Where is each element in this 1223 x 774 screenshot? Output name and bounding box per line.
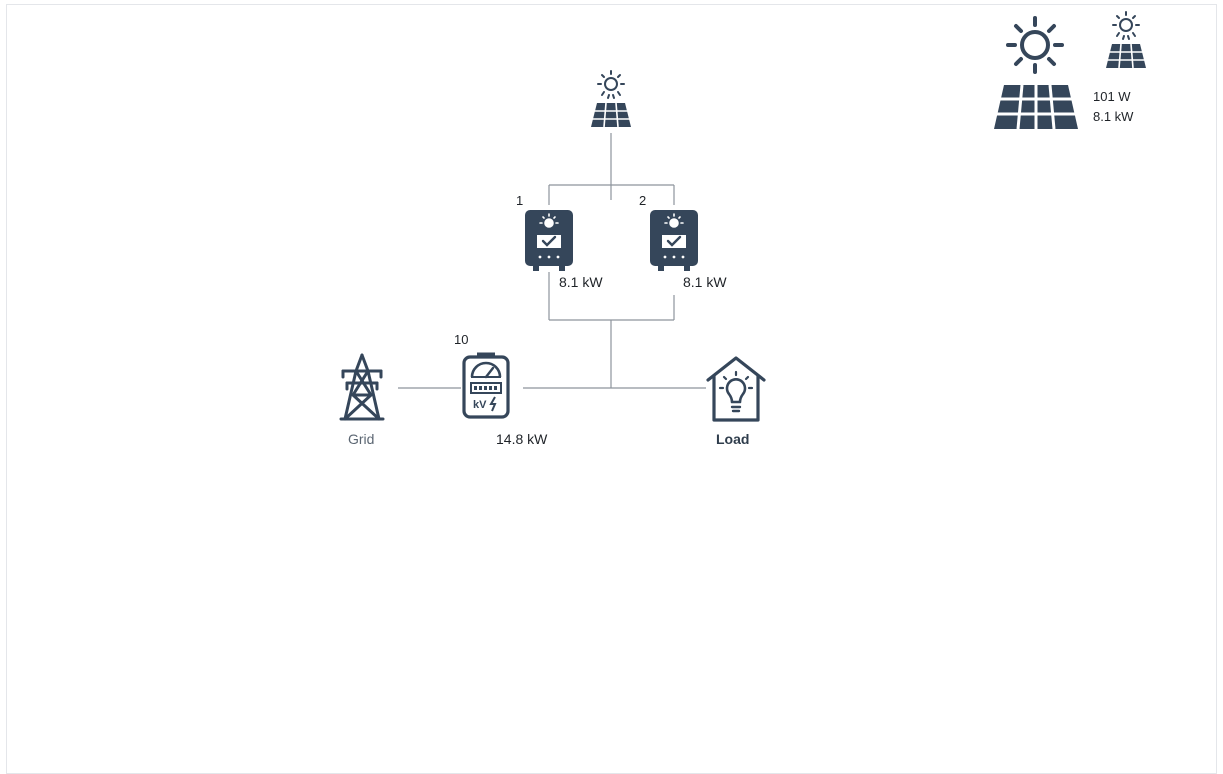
- meter-power: 14.8 kW: [496, 431, 548, 447]
- inverter-2-icon[interactable]: [649, 209, 699, 273]
- sun-large-icon: [1000, 12, 1070, 82]
- inverter-2-number: 2: [639, 193, 647, 208]
- inverter-1-icon[interactable]: [524, 209, 574, 273]
- solar-panel-small-icon: [1102, 9, 1150, 71]
- grid-label: Grid: [348, 431, 375, 447]
- solar-array-icon[interactable]: [587, 68, 635, 130]
- solar-panel-large-icon: [990, 83, 1082, 133]
- summary-power-value: 101 W: [1093, 89, 1131, 104]
- summary-capacity-value: 8.1 kW: [1093, 109, 1134, 124]
- house-lightbulb-icon[interactable]: [704, 354, 768, 426]
- meter-number: 10: [454, 332, 469, 347]
- electric-meter-icon[interactable]: kV: [462, 351, 510, 421]
- inverter-2-power: 8.1 kW: [683, 274, 727, 290]
- inverter-1-power: 8.1 kW: [559, 274, 603, 290]
- svg-text:kV: kV: [473, 399, 487, 411]
- inverter-1-number: 1: [516, 193, 524, 208]
- load-label: Load: [716, 431, 750, 447]
- transmission-tower-icon[interactable]: [337, 353, 387, 423]
